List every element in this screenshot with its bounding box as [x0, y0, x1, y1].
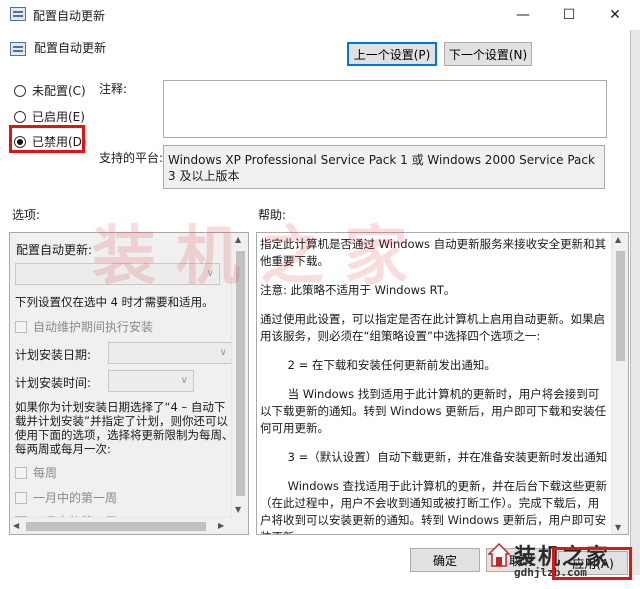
scroll-down-icon[interactable]: ▼ — [615, 523, 621, 532]
options-horizontal-scrollbar[interactable]: ◀ ▶ — [10, 517, 232, 534]
weekly-checkbox[interactable]: 每周 — [15, 464, 57, 481]
help-vertical-scrollbar[interactable]: ▲ ▼ — [611, 233, 628, 534]
platform-value: Windows XP Professional Service Pack 1 或… — [163, 145, 605, 189]
background-window-edge — [630, 30, 640, 575]
schedule-day-dropdown[interactable]: ∨ — [108, 342, 233, 364]
schedule-time-dropdown[interactable]: ∨ — [108, 370, 194, 392]
maximize-button[interactable]: ☐ — [546, 0, 592, 30]
scroll-right-icon[interactable]: ▶ — [218, 521, 224, 530]
help-paragraph: 通过使用此设置，可以指定是否在此计算机上启用自动更新。如果启用该服务，则必须在“… — [260, 312, 605, 343]
checkbox-box[interactable] — [15, 491, 27, 504]
watermark-text: 装机之家 — [92, 220, 428, 294]
schedule-time-label: 计划安装时间: — [15, 376, 92, 390]
scroll-left-icon[interactable]: ◀ — [13, 521, 19, 530]
options-section-label: 选项: — [12, 208, 41, 222]
checkbox-box[interactable] — [15, 320, 27, 333]
checkbox-label: 自动维护期间执行安装 — [33, 320, 154, 334]
radio-label: 未配置(C) — [32, 84, 86, 98]
maintenance-install-checkbox[interactable]: 自动维护期间执行安装 — [15, 318, 153, 335]
first-week-checkbox[interactable]: 一月中的第一周 — [15, 489, 117, 506]
previous-setting-button[interactable]: 上一个设置(P) — [347, 42, 437, 66]
help-paragraph: 2 = 在下载和安装任何更新前发出通知。 — [287, 358, 496, 372]
checkbox-label: 每周 — [33, 466, 58, 480]
comment-textarea[interactable] — [163, 80, 607, 138]
ok-button[interactable]: 确定 — [410, 548, 480, 572]
highlight-box-apply — [552, 547, 632, 580]
checkbox-box[interactable] — [15, 466, 27, 479]
schedule-limit-note: 如果你为计划安装日期选择了“4 – 自动下载并计划安装”并指定了计划，则你还可以… — [15, 400, 234, 456]
setting-title: 配置自动更新 — [34, 41, 107, 55]
comment-label: 注释: — [99, 82, 128, 96]
window-title: 配置自动更新 — [33, 9, 106, 23]
radio-circle[interactable] — [14, 84, 26, 97]
help-paragraph: 3 =（默认设置）自动下载更新，并在准备安装更新时发出通知 — [287, 450, 608, 464]
house-logo-icon — [488, 543, 510, 567]
close-button[interactable]: ✕ — [592, 0, 638, 30]
help-paragraph: 当 Windows 找到适用于此计算机的更新时，用户将会接到可以下载更新的通知。… — [260, 387, 607, 435]
checkbox-label: 一月中的第一周 — [33, 491, 118, 505]
radio-label: 已启用(E) — [32, 110, 85, 124]
minimize-button[interactable]: — — [500, 0, 546, 30]
scroll-down-icon[interactable]: ▼ — [235, 505, 241, 514]
scroll-thumb[interactable] — [26, 522, 206, 531]
radio-circle[interactable] — [14, 110, 26, 123]
help-paragraph: Windows 查找适用于此计算机的更新，并在后台下载这些更新（在此过程中，用户… — [260, 479, 608, 534]
chevron-down-icon: ∨ — [219, 347, 227, 358]
policy-icon — [10, 42, 26, 56]
chevron-down-icon: ∨ — [180, 375, 188, 386]
highlight-box-disabled — [9, 125, 85, 153]
radio-enabled[interactable]: 已启用(E) — [14, 108, 85, 125]
platform-label: 支持的平台: — [99, 151, 164, 165]
radio-not-configured[interactable]: 未配置(C) — [14, 82, 86, 99]
scroll-up-icon[interactable]: ▲ — [615, 235, 621, 244]
scroll-thumb[interactable] — [616, 251, 625, 361]
configure-updates-label: 配置自动更新: — [16, 243, 93, 257]
policy-icon — [10, 7, 26, 21]
schedule-day-label: 计划安装日期: — [15, 348, 92, 362]
title-bar: 配置自动更新 — ☐ ✕ — [0, 0, 640, 30]
next-setting-button[interactable]: 下一个设置(N) — [444, 42, 532, 66]
